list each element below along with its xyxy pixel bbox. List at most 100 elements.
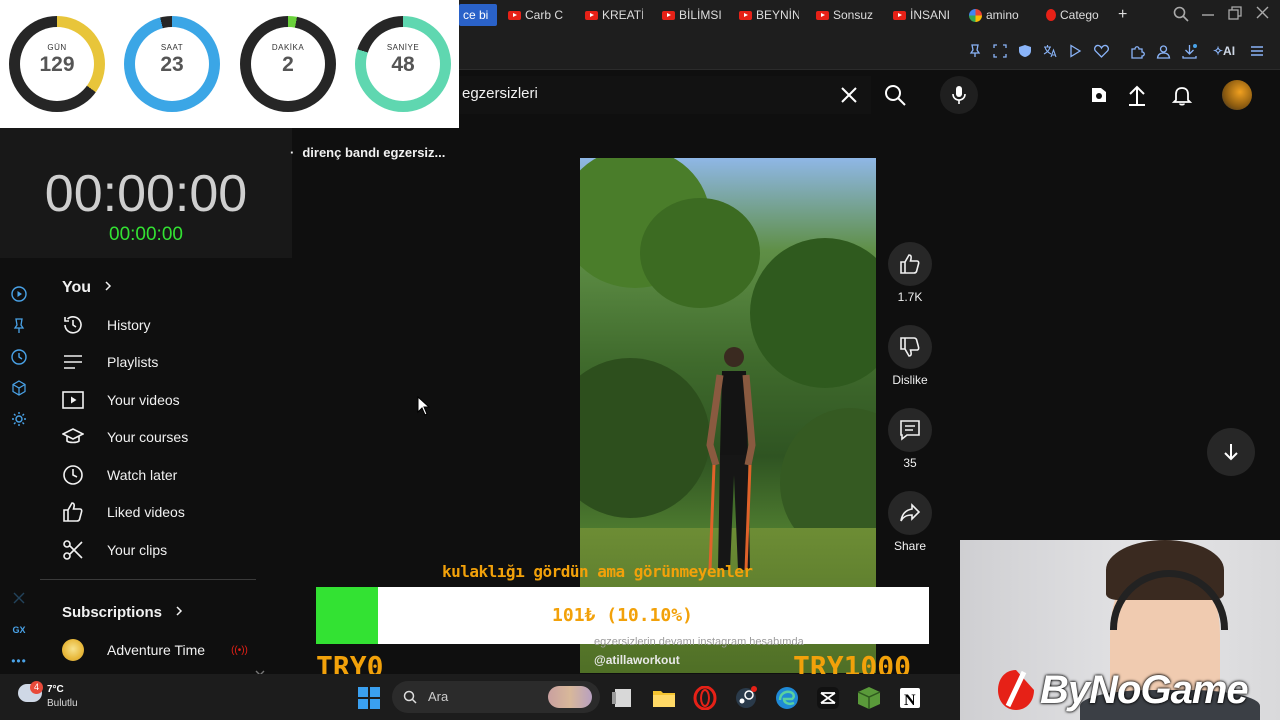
browser-tab[interactable]: İNSANI [893, 4, 951, 26]
clear-search-icon[interactable] [840, 86, 858, 109]
tab-label: Catego [1060, 8, 1099, 22]
channel-handle[interactable]: @atillaworkout [594, 653, 680, 667]
steam-icon[interactable] [734, 686, 758, 710]
rail-clock-icon[interactable] [11, 349, 27, 365]
avatar[interactable] [1222, 80, 1252, 110]
weather-desc[interactable]: Bulutlu [47, 698, 78, 709]
guide-item-your-clips[interactable]: Your clips [62, 535, 167, 565]
ai-extension-button[interactable]: ✧AI [1209, 44, 1239, 58]
minutes-gauge: DAKİKA 2 [240, 16, 336, 112]
weather-temp[interactable]: 7°C [47, 684, 64, 695]
capcut-icon[interactable] [816, 686, 840, 710]
arrow-down-icon [1224, 444, 1238, 461]
download-icon[interactable] [1182, 44, 1197, 59]
minecraft-icon[interactable] [857, 686, 881, 710]
minimize-icon[interactable] [1202, 6, 1214, 25]
wallet-icon[interactable] [1156, 44, 1171, 59]
edge-icon[interactable] [775, 686, 799, 710]
taskbar-search-placeholder: Ara [428, 689, 449, 704]
browser-tab[interactable]: KREATİ [585, 4, 643, 26]
guide-item-label: Liked videos [107, 504, 185, 520]
guide-item-label: Your courses [107, 429, 189, 445]
play-icon[interactable] [1068, 44, 1082, 58]
browser-tab[interactable]: ce bi [459, 4, 497, 26]
history-icon [62, 314, 84, 336]
guide-subscriptions-header[interactable]: Subscriptions [62, 604, 184, 621]
countdown-gauges: GÜN 129 SAAT 23 DAKİKA 2 SANİYE 48 [0, 0, 459, 128]
taskbar-search[interactable]: Ara [392, 681, 600, 713]
notion-icon[interactable]: N [898, 686, 922, 710]
guide-you-header[interactable]: You [62, 279, 113, 297]
guide-item-your-courses[interactable]: Your courses [62, 422, 188, 452]
next-short-button[interactable] [1207, 428, 1255, 476]
bynogame-logo-icon [998, 670, 1034, 710]
chevron-right-icon [176, 606, 183, 616]
opera-gx-icon[interactable] [693, 686, 717, 710]
seconds-gauge: SANİYE 48 [355, 16, 451, 112]
dislike-button[interactable]: Dislike [886, 325, 934, 387]
guide-item-label: Playlists [107, 354, 159, 370]
puzzle-icon[interactable] [1130, 44, 1145, 59]
donation-caption: kulaklığı gördün ama görünmeyenler [442, 562, 753, 581]
ai-label: AI [1223, 44, 1236, 58]
tab-label: amino [986, 8, 1019, 22]
voice-search-button[interactable] [940, 76, 978, 114]
rail-pin-icon[interactable] [11, 318, 27, 334]
browser-tab[interactable]: Sonsuz [816, 4, 876, 26]
file-explorer-icon[interactable] [652, 686, 676, 710]
short-description: egzersizlerin devamı instagram hesabımda [594, 636, 804, 648]
search-icon[interactable] [884, 84, 906, 111]
restore-icon[interactable] [1228, 6, 1242, 23]
stopwatch-main-time: 00:00:00 [44, 165, 248, 223]
weather-badge: 4 [30, 681, 43, 694]
heart-icon[interactable] [1094, 44, 1109, 58]
task-view-icon[interactable] [611, 686, 635, 710]
share-button[interactable]: Share [886, 491, 934, 553]
pin-icon[interactable] [968, 44, 982, 58]
rail-extension-icon[interactable] [11, 591, 27, 607]
notifications-bell-icon[interactable] [1171, 84, 1193, 111]
search-box[interactable]: egzersizleri [459, 76, 871, 114]
browser-tab[interactable]: amino [969, 4, 1027, 26]
rail-more-icon[interactable]: ••• [11, 653, 27, 669]
shield-icon[interactable] [1018, 44, 1032, 58]
tab-label: İNSANI [910, 8, 951, 22]
guide-item-history[interactable]: History [62, 310, 151, 340]
gauge-value: 23 [160, 53, 184, 76]
upload-icon[interactable] [1127, 84, 1147, 111]
search-tabs-icon[interactable] [1173, 6, 1189, 25]
hours-gauge: SAAT 23 [124, 16, 220, 112]
rail-cube-icon[interactable] [11, 380, 27, 396]
subscription-item[interactable]: Adventure Time ((•)) [62, 635, 248, 665]
rail-gx-label[interactable]: GX [10, 622, 28, 638]
search-input[interactable]: egzersizleri [462, 85, 538, 102]
browser-tab[interactable]: Catego [1046, 4, 1106, 26]
guide-you-label: You [62, 279, 92, 296]
guide-item-label: Your videos [107, 392, 180, 408]
rail-settings-icon[interactable] [11, 411, 27, 427]
translate-icon[interactable] [1043, 44, 1057, 58]
rail-play-icon[interactable] [11, 286, 27, 302]
subscription-label: Adventure Time [107, 642, 206, 658]
menu-icon[interactable] [1250, 44, 1264, 58]
guide-item-watch-later[interactable]: Watch later [62, 460, 177, 490]
create-icon[interactable] [1088, 84, 1110, 111]
new-tab-button[interactable]: + [1118, 4, 1134, 26]
youtube-icon [893, 10, 906, 20]
close-window-icon[interactable] [1256, 6, 1269, 22]
subscriptions-label: Subscriptions [62, 604, 163, 621]
guide-item-your-videos[interactable]: Your videos [62, 385, 180, 415]
guide-item-playlists[interactable]: Playlists [62, 347, 158, 377]
windows-start-icon[interactable] [357, 686, 381, 710]
screenshot-icon[interactable] [993, 44, 1007, 58]
browser-tab[interactable]: Carb C [508, 4, 568, 26]
tab-label: KREATİ [602, 8, 643, 22]
like-button[interactable]: 1.7K [886, 242, 934, 304]
browser-tab[interactable]: BİLİMSI [662, 4, 722, 26]
browser-tab[interactable]: BEYNİN [739, 4, 799, 26]
search-highlight-image [548, 686, 592, 708]
guide-item-liked-videos[interactable]: Liked videos [62, 497, 185, 527]
search-icon [403, 690, 417, 704]
comments-button[interactable]: 35 [886, 408, 934, 470]
live-indicator-icon: ((•)) [231, 644, 248, 656]
